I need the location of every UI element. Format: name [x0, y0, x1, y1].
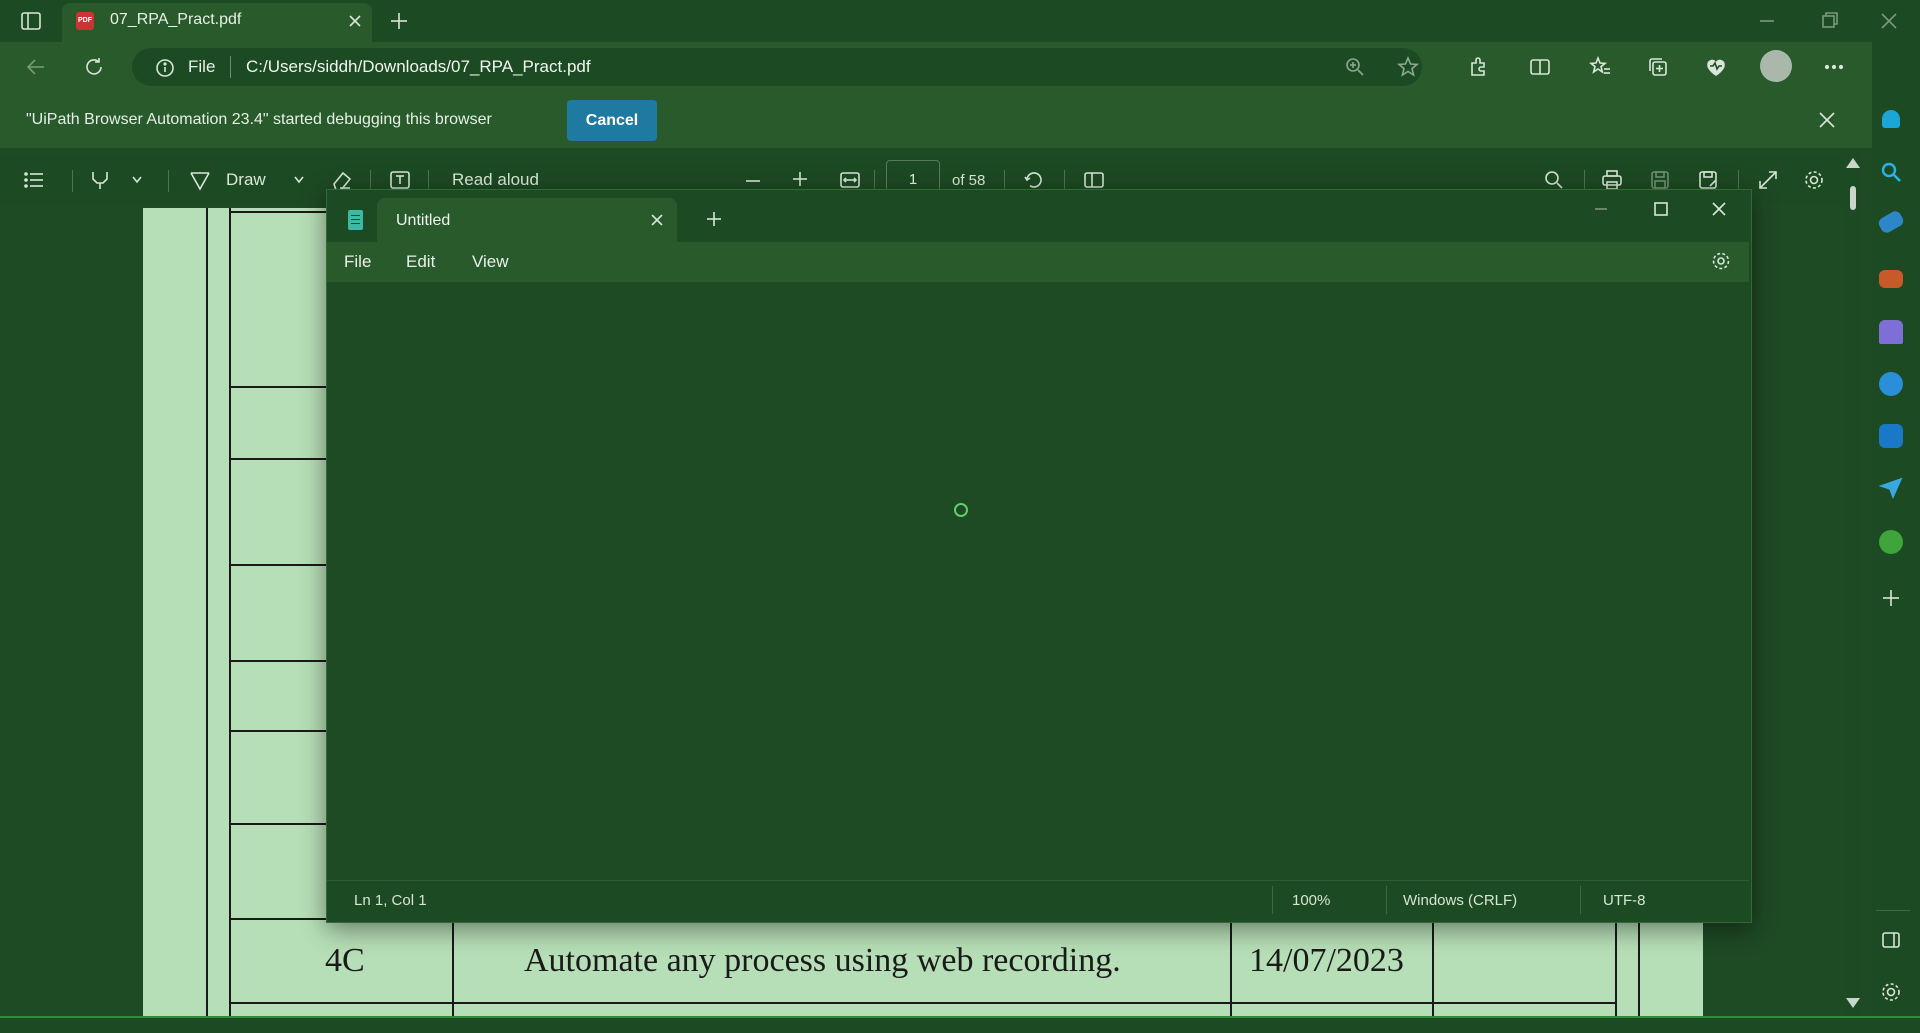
info-icon[interactable]: [154, 57, 176, 79]
draw-label[interactable]: Draw: [226, 170, 266, 190]
send-icon[interactable]: [1879, 476, 1903, 500]
url-text[interactable]: C:/Users/siddh/Downloads/07_RPA_Pract.pd…: [246, 57, 591, 77]
status-divider: [1386, 886, 1387, 914]
close-tab-icon[interactable]: [346, 12, 364, 30]
mouse-cursor-indicator: [954, 503, 968, 517]
tree-icon[interactable]: [1879, 530, 1903, 554]
minimize-window-icon[interactable]: [1756, 10, 1778, 32]
outlook-icon[interactable]: [1879, 424, 1903, 448]
cancel-debug-button[interactable]: Cancel: [567, 100, 657, 141]
close-window-icon[interactable]: [1878, 10, 1900, 32]
table-cell-date: 14/07/2023: [1249, 942, 1404, 979]
menu-view[interactable]: View: [472, 252, 509, 272]
notepad-statusbar: [327, 880, 1749, 921]
close-infobar-icon[interactable]: [1816, 109, 1838, 131]
collections-icon[interactable]: [1646, 55, 1670, 79]
table-row-line: [229, 386, 329, 388]
page-total-label: of 58: [952, 172, 986, 189]
table-row-line: [229, 458, 329, 460]
scroll-up-icon[interactable]: [1846, 158, 1860, 168]
contents-icon[interactable]: [22, 168, 46, 192]
highlight-icon[interactable]: [88, 168, 112, 192]
text-editor-area[interactable]: [327, 282, 1749, 880]
status-divider: [1580, 886, 1581, 914]
extensions-icon[interactable]: [1466, 55, 1490, 79]
notepad-tab-title: Untitled: [396, 212, 451, 229]
chess-icon[interactable]: [1879, 320, 1903, 344]
back-icon[interactable]: [24, 55, 48, 79]
taskbar-edge: [0, 1016, 1920, 1033]
panel-icon[interactable]: [1879, 928, 1903, 952]
draw-icon[interactable]: [188, 168, 212, 192]
line-ending[interactable]: Windows (CRLF): [1403, 892, 1517, 909]
infobar-message: "UiPath Browser Automation 23.4" started…: [26, 111, 492, 128]
menu-file[interactable]: File: [344, 252, 371, 272]
chevron-down-icon[interactable]: [130, 174, 144, 186]
profile-avatar[interactable]: [1760, 50, 1792, 82]
encoding[interactable]: UTF-8: [1603, 892, 1646, 909]
restore-window-icon[interactable]: [1818, 10, 1840, 32]
table-cell-description: Automate any process using web recording…: [524, 942, 1121, 979]
table-row-line: [229, 1002, 1617, 1004]
add-icon[interactable]: [1879, 586, 1903, 610]
table-row-line: [229, 211, 329, 213]
pdf-settings-icon[interactable]: [1802, 168, 1826, 192]
zoom-icon[interactable]: [1344, 56, 1366, 78]
table-row-line: [229, 564, 329, 566]
bell-icon[interactable]: [1882, 110, 1900, 128]
notepad-icon: [348, 210, 363, 230]
table-row-line: [229, 660, 329, 662]
scroll-thumb[interactable]: [1850, 186, 1856, 210]
status-divider: [1272, 886, 1273, 914]
table-row-line: [229, 823, 329, 825]
table-border: [206, 208, 208, 1016]
table-border: [1638, 920, 1640, 1016]
pdf-file-icon: PDF: [76, 12, 94, 30]
table-border: [229, 208, 231, 1016]
table-row-line: [229, 730, 329, 732]
maximize-icon[interactable]: [1650, 198, 1672, 220]
fullscreen-icon[interactable]: [1756, 168, 1780, 192]
tab-title: 07_RPA_Pract.pdf: [110, 11, 242, 28]
browser-essentials-icon[interactable]: [1704, 55, 1728, 79]
notepad-menubar: [327, 242, 1749, 282]
refresh-icon[interactable]: [82, 55, 106, 79]
read-aloud-button[interactable]: Read aloud: [452, 170, 539, 190]
close-icon[interactable]: [1708, 198, 1730, 220]
chevron-down-icon[interactable]: [292, 174, 306, 186]
url-scheme-label: File: [188, 57, 216, 76]
tab-actions-icon[interactable]: [20, 10, 42, 32]
toolbar-divider: [72, 170, 73, 192]
cursor-position: Ln 1, Col 1: [354, 892, 427, 909]
briefcase-icon[interactable]: [1879, 270, 1903, 288]
pdf-scrollbar[interactable]: [1846, 154, 1860, 1016]
zoom-level[interactable]: 100%: [1292, 892, 1330, 909]
settings-icon[interactable]: [1879, 980, 1903, 1004]
zoom-in-icon[interactable]: [789, 168, 811, 190]
edge-sidebar: [1872, 42, 1920, 1016]
notepad-settings-icon[interactable]: [1710, 250, 1732, 272]
toolbar-divider: [168, 170, 169, 192]
sidebar-divider: [1876, 910, 1910, 911]
search-icon[interactable]: [1879, 160, 1903, 184]
url-divider: [230, 56, 231, 78]
split-screen-icon[interactable]: [1528, 55, 1552, 79]
more-options-icon[interactable]: [1822, 55, 1846, 79]
favorite-star-icon[interactable]: [1396, 55, 1420, 79]
new-tab-icon[interactable]: [388, 10, 410, 32]
table-cell-id: 4C: [325, 942, 365, 979]
copilot-icon[interactable]: [1879, 372, 1903, 396]
close-tab-icon[interactable]: [648, 211, 666, 229]
scroll-down-icon[interactable]: [1846, 998, 1860, 1008]
menu-edit[interactable]: Edit: [406, 252, 435, 272]
minimize-icon[interactable]: [1590, 198, 1612, 220]
new-tab-icon[interactable]: [704, 209, 724, 229]
favorites-icon[interactable]: [1588, 55, 1612, 79]
